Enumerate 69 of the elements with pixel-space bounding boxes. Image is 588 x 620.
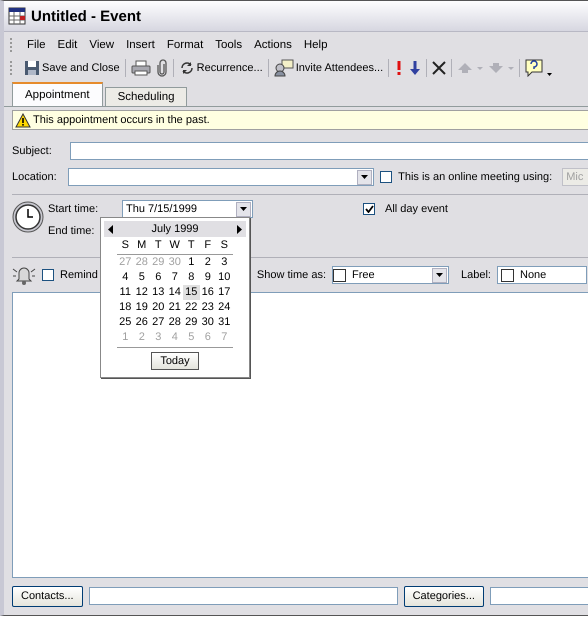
- calendar-day[interactable]: 3: [216, 255, 232, 270]
- weekday-label: S: [117, 239, 134, 255]
- menu-item[interactable]: Tools: [209, 37, 248, 53]
- menu-item[interactable]: Edit: [52, 37, 84, 53]
- calendar-day[interactable]: 2: [200, 255, 216, 270]
- tab[interactable]: Appointment: [12, 82, 103, 106]
- calendar-day[interactable]: 25: [117, 315, 134, 330]
- field-label: Start time:: [48, 203, 100, 215]
- weekday-label: W: [166, 239, 183, 255]
- calendar-day[interactable]: 10: [216, 270, 232, 285]
- field-label: This is an online meeting using:: [398, 171, 552, 183]
- toolbar-button[interactable]: Save and Close: [22, 58, 122, 78]
- calendar-day[interactable]: 28: [166, 315, 183, 330]
- menu-item[interactable]: View: [83, 37, 120, 53]
- weekday-label: M: [134, 239, 150, 255]
- field-label: End time:: [48, 225, 94, 237]
- calendar-day[interactable]: 31: [216, 315, 232, 330]
- calendar-day[interactable]: 11: [117, 285, 134, 300]
- calendar-day[interactable]: 14: [166, 285, 183, 300]
- weekday-label: S: [216, 239, 232, 255]
- categories-button[interactable]: Categories...: [404, 586, 484, 606]
- weekday-label: T: [183, 239, 200, 255]
- calendar-day[interactable]: 17: [216, 285, 232, 300]
- calendar-day[interactable]: 18: [117, 300, 134, 315]
- field-label: Subject:: [12, 145, 53, 157]
- weekday-label: T: [150, 239, 166, 255]
- calendar-day[interactable]: 29: [183, 315, 200, 330]
- calendar-day[interactable]: 5: [134, 270, 150, 285]
- field-label: Location:: [12, 171, 58, 183]
- calendar-day[interactable]: 6: [150, 270, 166, 285]
- weekday-label: F: [200, 239, 216, 255]
- tab[interactable]: Scheduling: [104, 87, 188, 106]
- calendar-day[interactable]: 30: [200, 315, 216, 330]
- menu-item[interactable]: Insert: [120, 37, 161, 53]
- window-title: Untitled - Event: [31, 8, 142, 24]
- calendar-day[interactable]: 24: [216, 300, 232, 315]
- field-label: Label:: [461, 269, 491, 281]
- calendar-day[interactable]: 7: [166, 270, 183, 285]
- field-label: All day event: [385, 203, 448, 215]
- calendar-day[interactable]: 20: [150, 300, 166, 315]
- calendar-day[interactable]: 22: [183, 300, 200, 315]
- show-time-as-field[interactable]: Free: [332, 266, 450, 284]
- calendar-day[interactable]: 8: [183, 270, 200, 285]
- menu-item[interactable]: Actions: [248, 37, 298, 53]
- calendar-day[interactable]: 13: [150, 285, 166, 300]
- calendar-day[interactable]: 4: [117, 270, 134, 285]
- calendar-day[interactable]: 27: [150, 315, 166, 330]
- field-label: Remind: [60, 269, 98, 281]
- menu-item[interactable]: Format: [160, 37, 210, 53]
- toolbar-button[interactable]: Invite Attendees...: [272, 57, 386, 79]
- menu-item[interactable]: Help: [298, 37, 334, 53]
- calendar-day[interactable]: 21: [166, 300, 183, 315]
- toolbar-button[interactable]: Recurrence...: [176, 58, 265, 78]
- contacts-button[interactable]: Contacts...: [12, 586, 83, 606]
- calendar-day[interactable]: 15: [183, 285, 200, 300]
- calendar-day[interactable]: 16: [200, 285, 216, 300]
- calendar-day[interactable]: 23: [200, 300, 216, 315]
- calendar-day[interactable]: 26: [134, 315, 150, 330]
- calendar-day[interactable]: 9: [200, 270, 216, 285]
- calendar-day[interactable]: 12: [134, 285, 150, 300]
- info-text: This appointment occurs in the past.: [33, 114, 210, 126]
- menu-item[interactable]: File: [21, 37, 52, 53]
- date-field[interactable]: Thu 7/15/1999: [122, 200, 253, 218]
- today-button[interactable]: Today: [151, 352, 199, 370]
- label-field[interactable]: None: [497, 266, 587, 284]
- field-label: Show time as:: [256, 269, 326, 281]
- month-title: July 1999: [151, 223, 199, 235]
- calendar-day[interactable]: 19: [134, 300, 150, 315]
- calendar-day[interactable]: 1: [183, 255, 200, 270]
